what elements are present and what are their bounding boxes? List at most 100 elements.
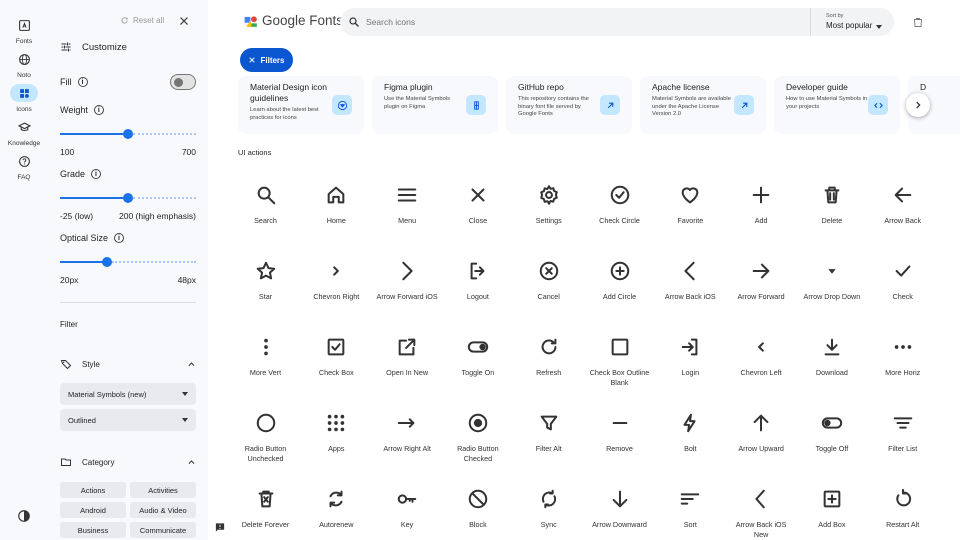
icon-tile-bolt[interactable]: Bolt <box>655 404 726 480</box>
category-chip[interactable]: Audio & Video <box>130 502 196 518</box>
icon-tile-restart-alt[interactable]: Restart Alt <box>867 480 938 540</box>
style-variant-select[interactable]: Outlined <box>60 409 196 431</box>
icon-tile-autorenew[interactable]: Autorenew <box>301 480 372 540</box>
search-input[interactable] <box>366 14 666 30</box>
slider-thumb[interactable] <box>123 129 133 139</box>
icon-tile-filter-alt[interactable]: Filter Alt <box>513 404 584 480</box>
icon-tile-chevron-left[interactable]: Chevron Left <box>726 328 797 404</box>
resource-card[interactable]: Figma plugin Use the Material Symbols pl… <box>372 76 498 134</box>
icon-tile-sort[interactable]: Sort <box>655 480 726 540</box>
info-icon[interactable]: i <box>114 233 125 243</box>
optical-size-slider[interactable] <box>60 257 196 267</box>
info-icon[interactable]: i <box>91 169 102 179</box>
fill-toggle[interactable] <box>170 74 196 90</box>
google-fonts-logo[interactable]: Google Fonts <box>244 13 343 28</box>
style-section-header[interactable]: Style <box>60 358 196 370</box>
icon-tile-search[interactable]: Search <box>230 176 301 252</box>
icon-tile-settings[interactable]: Settings <box>513 176 584 252</box>
icon-tile-apps[interactable]: Apps <box>301 404 372 480</box>
icon-tile-key[interactable]: Key <box>372 480 443 540</box>
resource-card[interactable]: GitHub repo This repository contains the… <box>506 76 632 134</box>
resource-card[interactable]: Apache license Material Symbols are avai… <box>640 76 766 134</box>
icon-tile-delete-forever[interactable]: Delete Forever <box>230 480 301 540</box>
shopping-bag-icon[interactable] <box>912 16 924 28</box>
icon-tile-check-circle[interactable]: Check Circle <box>584 176 655 252</box>
rail-item-icons[interactable]: Icons <box>0 84 48 113</box>
icon-tile-toggle-on[interactable]: Toggle On <box>442 328 513 404</box>
icon-tile-toggle-off[interactable]: Toggle Off <box>796 404 867 480</box>
icon-tile-delete[interactable]: Delete <box>796 176 867 252</box>
reset-all-button[interactable]: Reset all <box>120 16 164 25</box>
resource-card[interactable]: Developer guide How to use Material Symb… <box>774 76 900 134</box>
close-panel-icon[interactable] <box>178 15 190 27</box>
icon-name: Star <box>258 292 273 301</box>
sort-select[interactable]: Sort by Most popular <box>826 13 882 30</box>
icon-tile-block[interactable]: Block <box>442 480 513 540</box>
slider-thumb[interactable] <box>101 257 112 267</box>
icon-tile-more-horiz[interactable]: More Horiz <box>867 328 938 404</box>
search-icon <box>349 17 359 27</box>
icon-tile-menu[interactable]: Menu <box>372 176 443 252</box>
icon-tile-logout[interactable]: Logout <box>442 252 513 328</box>
info-icon[interactable]: i <box>93 105 104 115</box>
next-cards-button[interactable] <box>906 93 930 117</box>
icon-tile-sync[interactable]: Sync <box>513 480 584 540</box>
icon-tile-arrow-back-ios[interactable]: Arrow Back iOS <box>655 252 726 328</box>
icon-tile-more-vert[interactable]: More Vert <box>230 328 301 404</box>
category-chip[interactable]: Business <box>60 522 126 538</box>
filters-button[interactable]: Filters <box>240 48 293 72</box>
icon-tile-star[interactable]: Star <box>230 252 301 328</box>
category-chip[interactable]: Communicate <box>130 522 196 538</box>
icon-tile-arrow-back-ios-new[interactable]: Arrow Back iOS New <box>726 480 797 540</box>
category-section-header[interactable]: Category <box>60 456 196 468</box>
weight-slider[interactable] <box>60 129 196 139</box>
icon-tile-arrow-forward[interactable]: Arrow Forward <box>726 252 797 328</box>
icon-tile-check-box[interactable]: Check Box <box>301 328 372 404</box>
rail-item-noto[interactable]: Noto <box>0 50 48 79</box>
category-chip[interactable]: Android <box>60 502 126 518</box>
icon-tile-remove[interactable]: Remove <box>584 404 655 480</box>
icon-tile-add[interactable]: Add <box>726 176 797 252</box>
icon-tile-arrow-right-alt[interactable]: Arrow Right Alt <box>372 404 443 480</box>
icon-tile-filter-list[interactable]: Filter List <box>867 404 938 480</box>
icon-tile-arrow-forward-ios[interactable]: Arrow Forward iOS <box>372 252 443 328</box>
icon-name: Filter List <box>888 444 918 453</box>
resource-card[interactable]: Material Design icon guidelines Learn ab… <box>238 76 364 134</box>
dark-mode-icon[interactable] <box>17 509 31 523</box>
rail-item-fonts[interactable]: Fonts <box>0 16 48 45</box>
style-select[interactable]: Material Symbols (new) <box>60 383 196 405</box>
info-icon[interactable]: i <box>77 77 88 87</box>
grade-slider[interactable] <box>60 193 196 203</box>
icon-tile-login[interactable]: Login <box>655 328 726 404</box>
rail-item-faq[interactable]: FAQ <box>0 152 48 181</box>
icon-name: Check Box <box>318 368 354 377</box>
category-chip[interactable]: Actions <box>60 482 126 498</box>
icon-tile-check-box-outline-blank[interactable]: Check Box Outline Blank <box>584 328 655 404</box>
sync-icon <box>541 489 556 509</box>
icon-tile-arrow-back[interactable]: Arrow Back <box>867 176 938 252</box>
slider-thumb[interactable] <box>123 193 133 203</box>
icon-tile-open-in-new[interactable]: Open In New <box>372 328 443 404</box>
icon-tile-radio-button-checked[interactable]: Radio Button Checked <box>442 404 513 480</box>
icon-tile-home[interactable]: Home <box>301 176 372 252</box>
icon-tile-cancel[interactable]: Cancel <box>513 252 584 328</box>
feedback-icon[interactable] <box>214 522 226 533</box>
add-circle-icon <box>610 261 629 281</box>
rail-item-knowledge[interactable]: Knowledge <box>0 118 48 147</box>
icon-tile-arrow-upward[interactable]: Arrow Upward <box>726 404 797 480</box>
icon-tile-radio-button-unchecked[interactable]: Radio Button Unchecked <box>230 404 301 480</box>
radio-button-checked-icon <box>468 413 488 433</box>
icon-tile-check[interactable]: Check <box>867 252 938 328</box>
icon-tile-refresh[interactable]: Refresh <box>513 328 584 404</box>
icon-tile-chevron-right[interactable]: Chevron Right <box>301 252 372 328</box>
icon-tile-add-circle[interactable]: Add Circle <box>584 252 655 328</box>
chevron-right-icon <box>916 101 921 109</box>
icon-tile-favorite[interactable]: Favorite <box>655 176 726 252</box>
close-icon <box>471 188 485 202</box>
icon-tile-add-box[interactable]: Add Box <box>796 480 867 540</box>
icon-tile-arrow-drop-down[interactable]: Arrow Drop Down <box>796 252 867 328</box>
category-chip[interactable]: Activities <box>130 482 196 498</box>
icon-tile-arrow-downward[interactable]: Arrow Downward <box>584 480 655 540</box>
icon-tile-close[interactable]: Close <box>442 176 513 252</box>
icon-tile-download[interactable]: Download <box>796 328 867 404</box>
